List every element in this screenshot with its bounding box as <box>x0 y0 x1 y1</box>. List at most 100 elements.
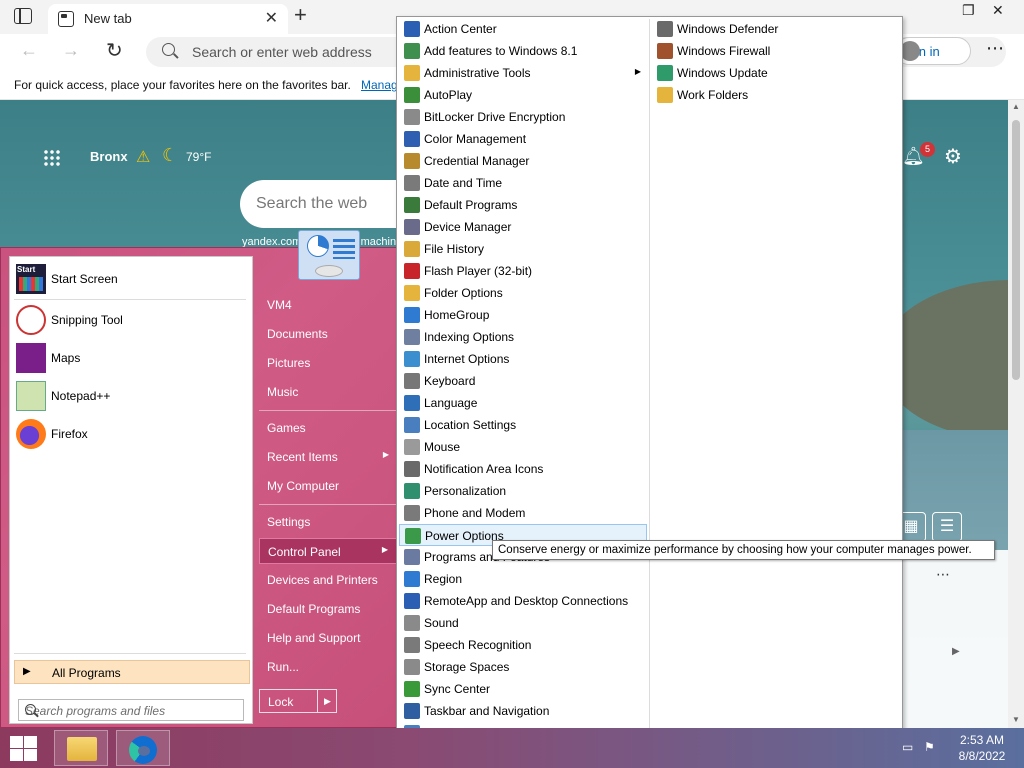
cp-item-windows-firewall[interactable]: Windows Firewall <box>652 40 900 62</box>
shutdown-options-arrow-icon[interactable]: ▶ <box>317 690 337 712</box>
all-programs-button[interactable]: ▶ All Programs <box>14 660 250 684</box>
cp-item-remoteapp-and-desktop-connections[interactable]: RemoteApp and Desktop Connections <box>399 590 647 612</box>
places-pane: VM4 Documents Pictures Music Games Recen… <box>259 248 399 729</box>
start-item-vm4[interactable]: VM4 <box>259 292 397 318</box>
start-item-my-computer[interactable]: My Computer <box>259 473 397 499</box>
start-item-pictures[interactable]: Pictures <box>259 350 397 376</box>
start-search-placeholder: Search programs and files <box>25 704 166 718</box>
new-tab-button[interactable]: + <box>294 4 307 26</box>
restore-window-icon[interactable]: ❐ <box>962 2 975 19</box>
program-maps[interactable]: Maps <box>14 340 246 376</box>
start-item-documents[interactable]: Documents <box>259 321 397 347</box>
cp-item-flash-player-32-bit[interactable]: Flash Player (32-bit) <box>399 260 647 282</box>
layout-list-icon[interactable]: ☰ <box>932 512 962 542</box>
cp-item-action-center[interactable]: Action Center <box>399 18 647 40</box>
forward-icon[interactable]: → <box>62 40 80 61</box>
homegroup-icon <box>404 307 420 323</box>
tab-actions-icon[interactable] <box>14 7 32 24</box>
start-item-help-and-support[interactable]: Help and Support <box>259 625 397 651</box>
tab-new-tab[interactable]: New tab ✕ <box>48 4 288 34</box>
cp-item-taskbar-and-navigation[interactable]: Taskbar and Navigation <box>399 700 647 722</box>
remoteapp-icon <box>404 593 420 609</box>
start-item-devices-and-printers[interactable]: Devices and Printers <box>259 567 397 593</box>
settings-gear-icon[interactable]: ⚙ <box>944 144 962 169</box>
lock-button[interactable]: Lock ▶ <box>259 689 337 713</box>
weather-city[interactable]: Bronx <box>90 149 128 164</box>
start-item-recent-items[interactable]: Recent Items ▶ <box>259 444 397 470</box>
page-scrollbar[interactable]: ▲ ▼ <box>1008 100 1024 728</box>
scroll-down-icon[interactable]: ▼ <box>1012 715 1020 724</box>
cp-item-label: Speech Recognition <box>424 638 532 652</box>
cp-item-label: Device Manager <box>424 220 512 234</box>
carousel-next-icon[interactable]: ▶ <box>952 646 960 657</box>
sign-in-button[interactable]: Sign in <box>895 37 971 65</box>
cp-item-device-manager[interactable]: Device Manager <box>399 216 647 238</box>
windows-start-icon[interactable] <box>8 734 38 762</box>
cp-item-location-settings[interactable]: Location Settings <box>399 414 647 436</box>
scrollbar-thumb[interactable] <box>1012 120 1020 380</box>
cp-item-sound[interactable]: Sound <box>399 612 647 634</box>
cp-item-storage-spaces[interactable]: Storage Spaces <box>399 656 647 678</box>
cp-item-work-folders[interactable]: Work Folders <box>652 84 900 106</box>
cp-item-notification-area-icons[interactable]: Notification Area Icons <box>399 458 647 480</box>
cp-item-windows-update[interactable]: Windows Update <box>652 62 900 84</box>
cp-item-mouse[interactable]: Mouse <box>399 436 647 458</box>
action-center-flag-icon[interactable]: ⚑ <box>924 740 935 754</box>
network-icon[interactable]: ▭ <box>902 740 913 754</box>
card-more-icon[interactable]: ⋯ <box>936 566 950 583</box>
app-launcher-icon[interactable] <box>43 149 61 167</box>
cp-item-date-and-time[interactable]: Date and Time <box>399 172 647 194</box>
start-item-settings[interactable]: Settings <box>259 509 397 535</box>
cp-item-autoplay[interactable]: AutoPlay <box>399 84 647 106</box>
search-icon[interactable] <box>25 704 36 715</box>
back-icon[interactable]: ← <box>20 40 38 61</box>
program-firefox[interactable]: Firefox <box>14 416 246 452</box>
cp-item-add-features-to-windows-8-1[interactable]: Add features to Windows 8.1 <box>399 40 647 62</box>
cp-item-label: Work Folders <box>677 88 749 102</box>
cp-item-region[interactable]: Region <box>399 568 647 590</box>
close-tab-icon[interactable]: ✕ <box>265 8 278 28</box>
scroll-up-icon[interactable]: ▲ <box>1012 102 1020 111</box>
cp-item-indexing-options[interactable]: Indexing Options <box>399 326 647 348</box>
start-item-games[interactable]: Games <box>259 415 397 441</box>
sync-icon <box>404 681 420 697</box>
more-options-icon[interactable]: ⋯ <box>986 38 1004 59</box>
taskbar-file-explorer[interactable] <box>54 730 108 766</box>
power-options-icon <box>405 528 421 544</box>
language-icon <box>404 395 420 411</box>
cp-item-color-management[interactable]: Color Management <box>399 128 647 150</box>
cp-item-administrative-tools[interactable]: Administrative Tools ▶ <box>399 62 647 84</box>
program-notepadpp[interactable]: Notepad++ <box>14 378 246 414</box>
cp-item-internet-options[interactable]: Internet Options <box>399 348 647 370</box>
cp-item-label: Default Programs <box>424 198 518 212</box>
cp-item-credential-manager[interactable]: Credential Manager <box>399 150 647 172</box>
cp-item-file-history[interactable]: File History <box>399 238 647 260</box>
start-item-label: Default Programs <box>267 602 361 616</box>
cp-item-label: Administrative Tools <box>424 66 531 80</box>
taskbar-clock[interactable]: 2:53 AM 8/8/2022 <box>952 732 1012 764</box>
cp-item-windows-defender[interactable]: Windows Defender <box>652 18 900 40</box>
reload-icon[interactable]: ↻ <box>106 38 123 63</box>
start-item-control-panel[interactable]: Control Panel ▶ <box>259 538 397 564</box>
close-window-icon[interactable]: ✕ <box>992 2 1004 19</box>
program-start-screen[interactable]: Start Start Screen <box>14 261 246 297</box>
cp-item-default-programs[interactable]: Default Programs <box>399 194 647 216</box>
cp-item-speech-recognition[interactable]: Speech Recognition <box>399 634 647 656</box>
start-item-run[interactable]: Run... <box>259 654 397 680</box>
start-item-default-programs[interactable]: Default Programs <box>259 596 397 622</box>
taskbar-edge[interactable] <box>116 730 170 766</box>
cp-item-bitlocker-drive-encryption[interactable]: BitLocker Drive Encryption <box>399 106 647 128</box>
cp-item-personalization[interactable]: Personalization <box>399 480 647 502</box>
cp-item-language[interactable]: Language <box>399 392 647 414</box>
start-item-music[interactable]: Music <box>259 379 397 405</box>
cp-item-sync-center[interactable]: Sync Center <box>399 678 647 700</box>
bitlocker-icon <box>404 109 420 125</box>
weather-temperature[interactable]: 79°F <box>186 150 211 164</box>
program-snipping-tool[interactable]: Snipping Tool <box>14 302 246 338</box>
weather-alert-icon[interactable]: ⚠ <box>136 147 150 167</box>
cp-item-homegroup[interactable]: HomeGroup <box>399 304 647 326</box>
start-search-input[interactable]: Search programs and files <box>18 699 244 721</box>
cp-item-keyboard[interactable]: Keyboard <box>399 370 647 392</box>
cp-item-folder-options[interactable]: Folder Options <box>399 282 647 304</box>
cp-item-phone-and-modem[interactable]: Phone and Modem <box>399 502 647 524</box>
